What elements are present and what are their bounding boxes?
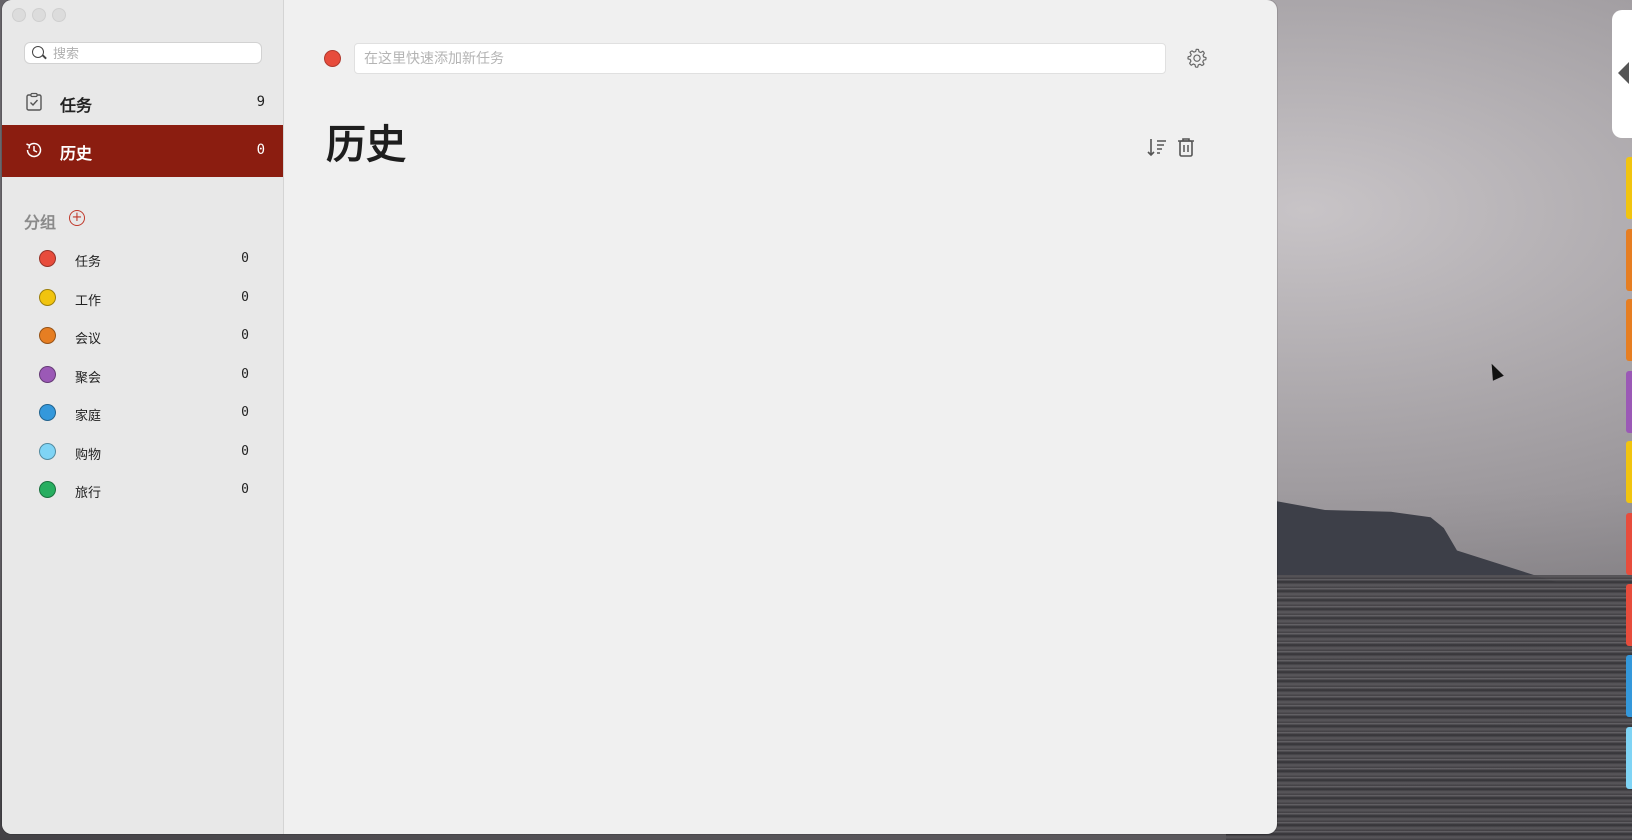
nav-label: 任务 bbox=[60, 96, 93, 115]
group-name: 工作 bbox=[75, 294, 102, 309]
edge-color-tab[interactable] bbox=[1626, 371, 1632, 433]
history-icon bbox=[26, 142, 42, 158]
search-icon bbox=[32, 46, 44, 58]
nav-count: 0 bbox=[256, 142, 265, 158]
close-window-button[interactable] bbox=[12, 8, 26, 22]
group-count: 0 bbox=[241, 328, 249, 343]
nav-item-tasks[interactable]: 任务 9 bbox=[2, 77, 283, 129]
group-count: 0 bbox=[241, 251, 249, 266]
clipboard-check-icon bbox=[26, 92, 42, 111]
group-item-tasks[interactable]: 任务 0 bbox=[2, 245, 283, 275]
page-title: 历史 bbox=[326, 122, 406, 168]
group-color-dot bbox=[39, 481, 56, 498]
group-item-family[interactable]: 家庭 0 bbox=[2, 399, 283, 429]
group-item-party[interactable]: 聚会 0 bbox=[2, 361, 283, 391]
edge-color-tab[interactable] bbox=[1626, 441, 1632, 503]
wallpaper-sea bbox=[1226, 575, 1632, 840]
group-name: 购物 bbox=[75, 448, 102, 463]
edge-color-tab[interactable] bbox=[1626, 513, 1632, 575]
group-item-work[interactable]: 工作 0 bbox=[2, 284, 283, 314]
group-item-travel[interactable]: 旅行 0 bbox=[2, 476, 283, 506]
edge-color-tab[interactable] bbox=[1626, 229, 1632, 291]
group-count: 0 bbox=[241, 367, 249, 382]
app-window: 任务 9 历史 0 分组 + 任务 0 工作 0 会议 0 bbox=[2, 0, 1277, 834]
group-color-dot bbox=[39, 443, 56, 460]
nav-count: 9 bbox=[256, 94, 265, 110]
edge-color-tab[interactable] bbox=[1626, 584, 1632, 646]
nav-item-history[interactable]: 历史 0 bbox=[2, 125, 283, 177]
add-group-button[interactable]: + bbox=[69, 210, 85, 226]
group-item-shopping[interactable]: 购物 0 bbox=[2, 438, 283, 468]
group-color-dot bbox=[39, 289, 56, 306]
minimize-window-button[interactable] bbox=[32, 8, 46, 22]
collapse-arrow-icon[interactable] bbox=[1618, 62, 1629, 84]
sort-icon[interactable] bbox=[1146, 136, 1168, 158]
group-name: 聚会 bbox=[75, 371, 102, 386]
group-name: 家庭 bbox=[75, 409, 102, 424]
main-content: 历史 bbox=[284, 0, 1277, 834]
group-name: 会议 bbox=[75, 332, 102, 347]
group-count: 0 bbox=[241, 290, 249, 305]
group-color-dot bbox=[39, 404, 56, 421]
edge-color-tab[interactable] bbox=[1626, 727, 1632, 789]
group-count: 0 bbox=[241, 482, 249, 497]
quick-add-group-color-button[interactable] bbox=[324, 50, 341, 67]
zoom-window-button[interactable] bbox=[52, 8, 66, 22]
groups-header: 分组 bbox=[24, 213, 57, 232]
group-item-meeting[interactable]: 会议 0 bbox=[2, 322, 283, 352]
group-color-dot bbox=[39, 250, 56, 267]
trash-icon[interactable] bbox=[1175, 136, 1197, 158]
group-name: 任务 bbox=[75, 255, 102, 270]
sidebar: 任务 9 历史 0 分组 + 任务 0 工作 0 会议 0 bbox=[2, 0, 284, 834]
group-count: 0 bbox=[241, 405, 249, 420]
group-count: 0 bbox=[241, 444, 249, 459]
edge-color-tab[interactable] bbox=[1626, 299, 1632, 361]
nav-label: 历史 bbox=[60, 144, 93, 163]
gear-icon[interactable] bbox=[1186, 47, 1208, 69]
search-box bbox=[24, 42, 262, 64]
group-color-dot bbox=[39, 327, 56, 344]
group-name: 旅行 bbox=[75, 486, 102, 501]
edge-color-tab[interactable] bbox=[1626, 655, 1632, 717]
quick-add-task-input[interactable] bbox=[354, 43, 1166, 74]
search-input[interactable] bbox=[51, 44, 260, 64]
edge-color-tab[interactable] bbox=[1626, 157, 1632, 219]
group-color-dot bbox=[39, 366, 56, 383]
